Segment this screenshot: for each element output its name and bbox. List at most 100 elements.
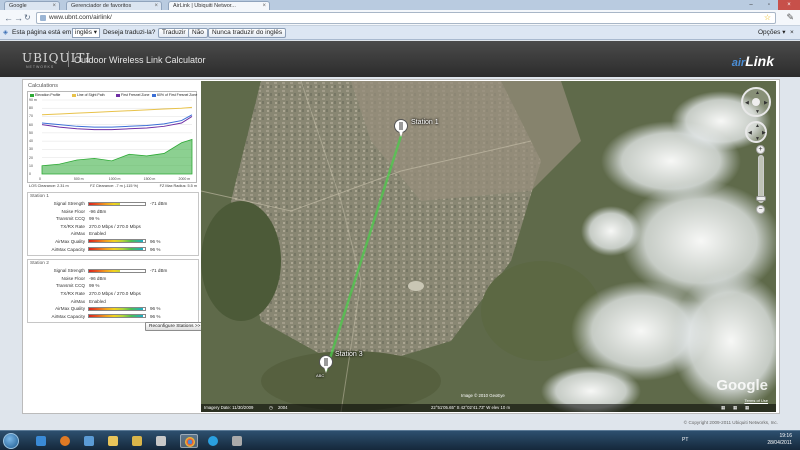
station-1-pin[interactable] bbox=[394, 119, 408, 137]
legend-swatch bbox=[116, 93, 120, 97]
station-3-sublabel: ABC bbox=[316, 373, 325, 378]
pan-up-icon[interactable]: ▲ bbox=[755, 123, 760, 129]
never-translate-button[interactable]: Nunca traduzir do inglês bbox=[208, 28, 287, 38]
window-controls: – ▫ × bbox=[742, 0, 800, 10]
copyright-text: © Copyright 2009-2011 Ubiquiti Networks,… bbox=[683, 420, 778, 425]
series-line bbox=[41, 106, 193, 116]
level-meter bbox=[88, 247, 146, 252]
close-icon[interactable]: × bbox=[154, 2, 158, 10]
los-clearance: LOS Clearance: 2.31 m bbox=[29, 184, 69, 188]
folder-icon[interactable] bbox=[104, 434, 122, 448]
map-tool-icon[interactable]: ▦ bbox=[745, 404, 749, 412]
start-button[interactable] bbox=[3, 433, 19, 449]
reconfigure-stations-button[interactable]: Reconfigure Stations >> bbox=[145, 322, 205, 331]
stat-label: TX/RX Rate bbox=[60, 290, 85, 296]
no-button[interactable]: Não bbox=[188, 28, 208, 38]
stat-label: Transmit CCQ bbox=[55, 283, 85, 289]
stat-value: 96 % bbox=[150, 246, 161, 252]
y-tick-label: 30 bbox=[29, 147, 33, 152]
x-tick-label: 500 m bbox=[73, 177, 84, 181]
media-icon[interactable] bbox=[152, 434, 170, 448]
station-1-panel: Station 1 Signal Strength -71 dBm Noise Flo… bbox=[27, 192, 199, 257]
look-control[interactable]: ▲ ▼ ◀ ▶ bbox=[741, 87, 771, 117]
map-tool-icon[interactable]: ▦ bbox=[721, 404, 725, 412]
right-arrow-icon[interactable]: ▶ bbox=[764, 100, 768, 106]
y-tick-label: 50 bbox=[29, 130, 33, 135]
fz-max-radius: FZ Max Radius: 5.5 m bbox=[159, 184, 197, 188]
maximize-icon[interactable]: ▫ bbox=[760, 0, 778, 10]
tab-google[interactable]: Google × bbox=[4, 1, 60, 10]
address-bar[interactable]: www.ubnt.com/airlink/ ☆ bbox=[36, 12, 776, 24]
x-tick-label: 1000 m bbox=[108, 177, 121, 181]
bookmark-star-icon[interactable]: ☆ bbox=[764, 13, 771, 23]
map-coordinates: 22°51'05.65" S 42°02'41.73" W elev 10 m bbox=[431, 405, 511, 410]
explorer-icon[interactable] bbox=[32, 434, 50, 448]
minimize-icon[interactable]: – bbox=[742, 0, 760, 10]
back-arrow-icon[interactable]: ← bbox=[4, 13, 13, 23]
legend-swatch bbox=[72, 93, 76, 97]
stat-value: Enabled bbox=[89, 231, 106, 237]
app-icon[interactable] bbox=[228, 434, 246, 448]
forward-arrow-icon[interactable]: → bbox=[14, 13, 23, 23]
tab-label: AirLink | Ubiquiti Networ... bbox=[173, 3, 236, 9]
tab-bookmarks[interactable]: Gerenciador de favoritos × bbox=[66, 1, 162, 10]
terms-of-use-link[interactable]: Terms of Use bbox=[744, 398, 768, 403]
y-tick-label: 20 bbox=[29, 155, 33, 160]
close-icon[interactable]: × bbox=[262, 2, 266, 10]
calculator-content: Calculations Elevation Profile Line of S… bbox=[22, 79, 780, 414]
left-arrow-icon[interactable]: ◀ bbox=[745, 100, 749, 106]
antenna-tower-icon bbox=[324, 358, 328, 366]
tab-label: Google bbox=[9, 3, 27, 9]
imagery-year: 2004 bbox=[278, 405, 288, 410]
pan-left-icon[interactable]: ◀ bbox=[748, 130, 752, 136]
pan-control[interactable]: ▲ ▼ ◀ ▶ bbox=[745, 121, 767, 143]
history-icon[interactable]: ◷ bbox=[269, 404, 273, 412]
close-icon[interactable]: × bbox=[790, 29, 794, 37]
station-stat-row: AirMax Enabled bbox=[30, 230, 196, 238]
pin-tail bbox=[324, 367, 328, 373]
satellite-map[interactable]: Station 1 Station 3 ABC ▲ ▼ ◀ ▶ ▲ ▼ ◀ ▶ … bbox=[201, 81, 776, 412]
station-stat-row: Noise Floor -96 dBm bbox=[30, 208, 196, 216]
down-arrow-icon[interactable]: ▼ bbox=[755, 109, 760, 115]
pan-down-icon[interactable]: ▼ bbox=[755, 136, 760, 142]
legend-label: Elevation Profile bbox=[35, 93, 61, 97]
station-stat-row: Signal Strength -71 dBm bbox=[30, 200, 196, 208]
tab-airlink[interactable]: AirLink | Ubiquiti Networ... × bbox=[168, 1, 270, 10]
stat-label: Signal Strength bbox=[53, 268, 85, 274]
station-1-label: Station 1 bbox=[411, 119, 439, 126]
pan-right-icon[interactable]: ▶ bbox=[762, 130, 766, 136]
zoom-slider-thumb[interactable] bbox=[756, 196, 766, 201]
level-meter-empty bbox=[142, 240, 145, 243]
language-select-value: inglês bbox=[75, 29, 92, 36]
chart-plot bbox=[41, 99, 193, 175]
stat-value: -96 dBm bbox=[89, 275, 107, 281]
station-3-pin[interactable] bbox=[319, 355, 333, 373]
wrench-icon[interactable]: ✎ bbox=[786, 12, 794, 23]
station-title: Station 1 bbox=[30, 194, 49, 199]
system-clock[interactable]: 19:16 28/04/2011 bbox=[767, 433, 792, 447]
up-arrow-icon[interactable]: ▲ bbox=[755, 90, 760, 96]
stat-label: AirMax Quality bbox=[55, 306, 85, 312]
window-close-icon[interactable]: × bbox=[778, 0, 800, 10]
app-title: Outdoor Wireless Link Calculator bbox=[74, 55, 206, 65]
zoom-in-icon[interactable]: + bbox=[756, 145, 765, 154]
map-tool-icon[interactable]: ▦ bbox=[733, 404, 737, 412]
airlink-logo-prefix: air bbox=[731, 57, 746, 69]
language-select[interactable]: inglês ▾ bbox=[72, 28, 101, 38]
firefox-icon[interactable] bbox=[56, 434, 74, 448]
reload-icon[interactable]: ↻ bbox=[24, 13, 31, 23]
media-player-icon[interactable] bbox=[80, 434, 98, 448]
skype-icon[interactable] bbox=[204, 434, 222, 448]
close-icon[interactable]: × bbox=[52, 2, 56, 10]
input-language[interactable]: PT bbox=[682, 437, 688, 443]
zoom-out-icon[interactable]: − bbox=[756, 205, 765, 214]
explorer-folder-icon[interactable] bbox=[128, 434, 146, 448]
y-tick-label: 0 bbox=[29, 172, 31, 176]
calculations-title: Calculations bbox=[28, 83, 58, 89]
station-stat-row: TX/RX Rate 270.0 Mbps / 270.0 Mbps bbox=[30, 290, 196, 298]
translate-options[interactable]: Opções ▾ bbox=[758, 29, 785, 37]
chrome-icon[interactable] bbox=[180, 434, 198, 448]
translate-button[interactable]: Traduzir bbox=[158, 28, 190, 38]
stat-label: AirMax bbox=[70, 298, 85, 304]
station-stat-row: AirMax Enabled bbox=[30, 298, 196, 306]
